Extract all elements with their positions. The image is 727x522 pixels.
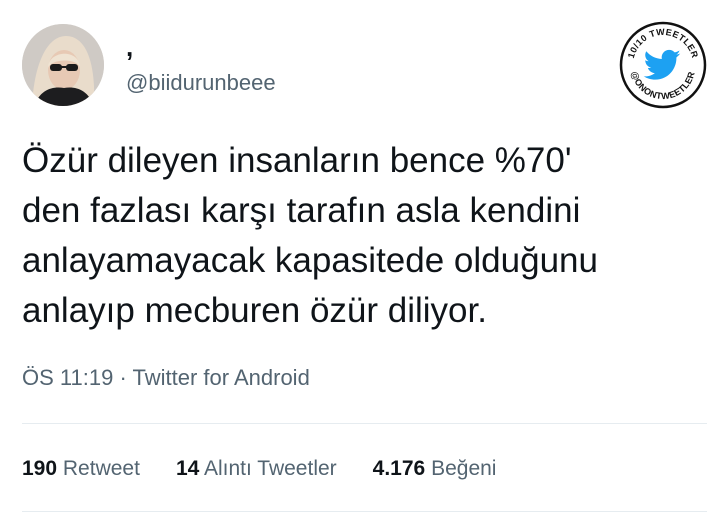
tweet-line: den fazlası karşı tarafın asla kendini — [22, 191, 581, 230]
tweet-line: Özür dileyen insanların bence %70' — [22, 141, 572, 180]
retweets-stat[interactable]: 190 Retweet — [22, 455, 140, 483]
likes-label: Beğeni — [431, 457, 497, 480]
divider — [22, 423, 707, 424]
likes-stat[interactable]: 4.176 Beğeni — [373, 455, 497, 483]
quotes-label: Alıntı Tweetler — [203, 457, 337, 480]
tweet-line: anlayamayacak kapasitede olduğunu — [22, 241, 598, 280]
divider — [22, 511, 707, 512]
tweet-source[interactable]: Twitter for Android — [133, 365, 310, 390]
retweets-count: 190 — [22, 457, 58, 480]
quotes-count: 14 — [175, 457, 200, 480]
tweet-line: anlayıp mecburen özür diliyor. — [22, 291, 487, 330]
retweets-label: Retweet — [62, 457, 140, 480]
tweet-text: Özür dileyen insanların bence %70' den f… — [22, 136, 712, 336]
meta-separator: · — [119, 365, 127, 390]
watermark-badge: 10/10 TWEETLER @ONONTWEETLER — [619, 21, 707, 109]
tweet-timestamp[interactable]: ÖS 11:19 — [22, 365, 113, 390]
likes-count: 4.176 — [372, 457, 426, 480]
engagement-stats: 190 Retweet 14 Alıntı Tweetler 4.176 Beğ… — [22, 455, 532, 483]
tweet-meta: ÖS 11:19 · Twitter for Android — [22, 364, 310, 392]
avatar[interactable] — [22, 24, 104, 106]
display-name[interactable]: , — [126, 34, 133, 60]
quote-tweets-stat[interactable]: 14 Alıntı Tweetler — [176, 455, 337, 483]
user-handle[interactable]: @biidurunbeee — [126, 70, 276, 96]
